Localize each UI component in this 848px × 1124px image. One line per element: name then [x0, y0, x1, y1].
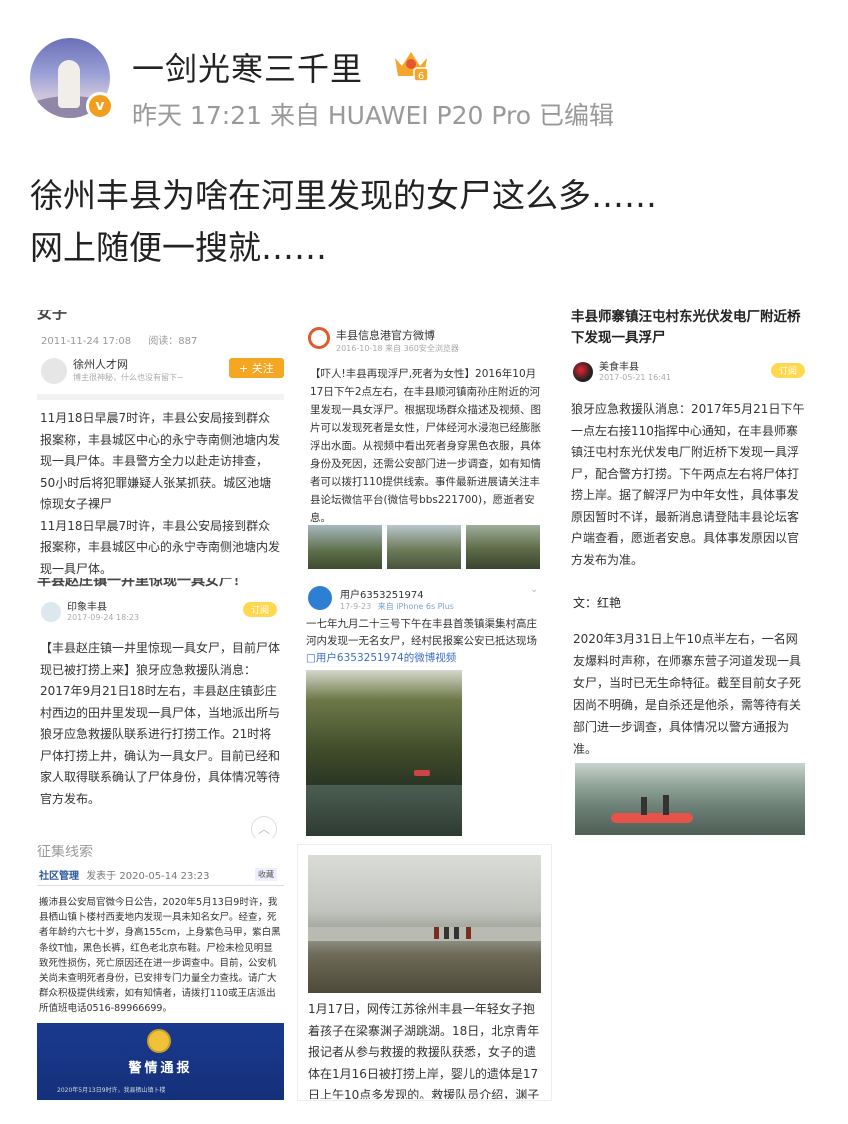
verified-badge-icon: v [86, 92, 114, 120]
img2-account-logo-icon [308, 327, 330, 349]
post-text-line-2: 网上随便一搜就…… [30, 228, 327, 267]
image-2[interactable]: 丰县信息港官方微博 2016-10-18 来自 360安全浏览器 【吓人!丰县再… [298, 315, 551, 570]
img2-photo-2 [387, 525, 461, 569]
username[interactable]: 一剑光寒三千里 [132, 44, 363, 90]
img5-body: 一七年九月二十三号下午在丰县首羡镇渠集村高庄河内发现一无名女尸，经村民报案公安已… [306, 618, 537, 647]
image-4[interactable]: 丰县赵庄镇一井里惊现一具女尸！ 印象丰县 2017-09-24 18:23 订阅… [37, 578, 284, 838]
img8-photo [308, 855, 541, 993]
img5-avatar [308, 586, 332, 610]
img5-photo [306, 670, 462, 836]
img1-account-logo-icon [41, 358, 67, 384]
image-6[interactable]: 文：红艳 2020年3月31日上午10点半左右，一名网友爆料时声称，在师寨东营子… [563, 580, 808, 838]
image-5[interactable]: 用户6353251974 17-9-23 来自 iPhone 6s Plus ⌄… [298, 578, 551, 836]
img4-subscribe-button[interactable]: 订阅 [243, 602, 278, 617]
img2-photo-1 [308, 525, 382, 569]
img1-body: 11月18日早晨7时许，丰县公安局接到群众报案称，丰县城区中心的永宁寺南侧池塘内… [40, 411, 281, 575]
img7-body: 搬沛县公安局官微今日公告，2020年5月13日9时许，我县栖山镇卜楼村西麦地内发… [39, 897, 281, 1015]
image-1[interactable]: 女子 2011-11-24 17:08 阅读：887 徐州人才网 博主很神秘，什… [37, 310, 284, 575]
img7-police-banner: 警情通报 2020年5月13日9时许，我县栖山镇卜楼 [37, 1023, 284, 1100]
image-3[interactable]: 丰县师寨镇汪屯村东光伏发电厂附近桥下发现一具浮尸 美食丰县 2017-05-21… [563, 305, 808, 570]
img7-banner-title: 警情通报 [128, 1061, 193, 1076]
img3-subscribe-button[interactable]: 订阅 [771, 363, 806, 378]
img1-date: 2011-11-24 17:08 [41, 336, 132, 347]
member-crown-icon[interactable]: 6 [392, 46, 430, 82]
img4-body: 【丰县赵庄镇一井里惊现一具女尸，目前尸体现已被打捞上来】狼牙应急救援队消息：20… [40, 641, 281, 806]
img4-date: 2017-09-24 18:23 [67, 613, 140, 622]
img1-top-cut: 女子 [37, 310, 68, 322]
img5-video-link-icon: □ [306, 652, 316, 664]
img7-category-link[interactable]: 社区管理 [39, 871, 79, 882]
img1-account-sub: 博主很神秘，什么也没有留下~ [73, 373, 184, 382]
img2-account: 丰县信息港官方微博 [336, 329, 435, 342]
image-7[interactable]: 征集线索 社区管理 发表于 2020-05-14 23:23 收藏 搬沛县公安局… [37, 845, 284, 1100]
scroll-up-icon[interactable]: ︿ [251, 816, 277, 838]
img5-source: 来自 iPhone 6s Plus [377, 602, 454, 611]
img2-photo-3 [466, 525, 540, 569]
img4-top-cut: 丰县赵庄镇一井里惊现一具女尸！ [37, 578, 247, 589]
img1-follow-button[interactable]: + 关注 [229, 358, 284, 378]
img8-body: 1月17日，网传江苏徐州丰县一年轻女子抱着孩子在梁寨渊子湖跳湖。18日，北京青年… [308, 1002, 540, 1099]
img3-account-logo-icon [573, 362, 593, 382]
img1-reads: 阅读：887 [148, 336, 198, 347]
image-8[interactable]: 1月17日，网传江苏徐州丰县一年轻女子抱着孩子在梁寨渊子湖跳湖。18日，北京青年… [298, 845, 551, 1100]
img3-body: 狼牙应急救援队消息：2017年5月21日下午一点左右接110指挥中心通知，在丰县… [571, 402, 805, 567]
img6-author: 文：红艳 [573, 596, 622, 610]
img6-body: 2020年3月31日上午10点半左右，一名网友爆料时声称，在师寨东营子河道发现一… [573, 632, 802, 756]
img7-published: 发表于 2020-05-14 23:23 [86, 871, 210, 882]
img2-body: 【吓人!丰县再现浮尸,死者为女性】2016年10月17日下午2点左右，在丰县顺河… [310, 368, 541, 524]
img4-account-logo-icon [41, 602, 61, 622]
img3-title: 丰县师寨镇汪屯村东光伏发电厂附近桥下发现一具浮尸 [571, 309, 801, 346]
img7-banner-sub: 2020年5月13日9时许，我县栖山镇卜楼 [57, 1087, 166, 1094]
police-emblem-icon [147, 1029, 171, 1053]
post-text-line-1: 徐州丰县为啥在河里发现的女尸这么多…… [30, 176, 657, 215]
level-badge: 6 [418, 71, 424, 82]
img2-date: 2016-10-18 来自 360安全浏览器 [336, 344, 459, 353]
img5-video-link[interactable]: 用户6353251974的微博视频 [316, 652, 456, 664]
img1-account: 徐州人才网 [73, 358, 128, 371]
img5-more-icon[interactable]: ⌄ [530, 584, 538, 595]
post-text: 徐州丰县为啥在河里发现的女尸这么多…… 网上随便一搜就…… [30, 170, 820, 274]
img7-top-cut: 征集线索 [37, 845, 93, 860]
img3-date: 2017-05-21 16:41 [599, 373, 672, 382]
img3-account: 美食丰县 [599, 362, 639, 373]
img6-photo [575, 763, 805, 835]
post-header: v 一剑光寒三千里 6 昨天 17:21 来自 HUAWEI P20 Pro 已… [0, 0, 848, 150]
img4-account: 印象丰县 [67, 602, 107, 613]
img5-account: 用户6353251974 [340, 590, 424, 601]
post-meta: 昨天 17:21 来自 HUAWEI P20 Pro 已编辑 [132, 101, 614, 130]
img7-fav-button[interactable]: 收藏 [255, 868, 277, 881]
img5-date: 17-9-23 [340, 602, 372, 611]
